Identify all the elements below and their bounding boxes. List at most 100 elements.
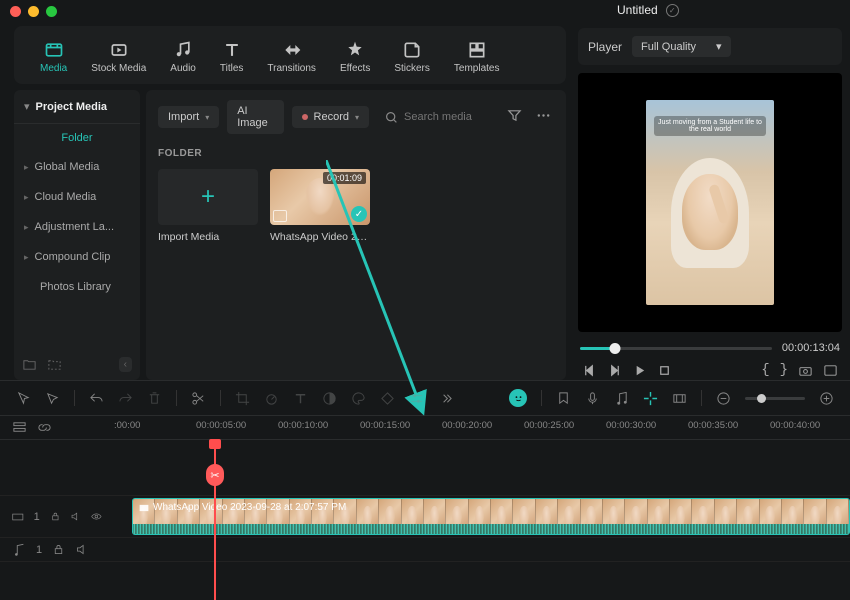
- audio-track-icon: [12, 543, 26, 557]
- mark-in-icon[interactable]: {: [761, 362, 769, 378]
- zoom-slider[interactable]: [745, 397, 805, 400]
- time-tick: 00:00:10:00: [278, 420, 328, 431]
- ai-image-button[interactable]: AI Image: [227, 100, 283, 134]
- tab-media[interactable]: Media: [28, 34, 79, 80]
- tab-audio[interactable]: Audio: [158, 34, 208, 80]
- tab-templates[interactable]: Templates: [442, 34, 512, 80]
- chevron-down-icon: ▾: [24, 100, 30, 113]
- record-dropdown[interactable]: Record▾: [292, 106, 369, 128]
- stop-icon[interactable]: [657, 363, 672, 378]
- tab-effects[interactable]: Effects: [328, 34, 382, 80]
- import-dropdown[interactable]: Import▾: [158, 106, 219, 128]
- play-icon[interactable]: [632, 363, 647, 378]
- audio-track-header[interactable]: 1: [0, 538, 114, 561]
- folder-icon[interactable]: [47, 357, 62, 372]
- mute-icon[interactable]: [70, 510, 81, 523]
- project-media-header[interactable]: ▾ Project Media: [14, 90, 140, 124]
- transitions-icon: [282, 40, 302, 60]
- time-tick: 00:00:30:00: [606, 420, 656, 431]
- split-icon[interactable]: [191, 391, 206, 406]
- player-header: Player Full Quality▾: [578, 28, 842, 65]
- cut-indicator-icon: ✂: [206, 464, 224, 486]
- sidebar-item-global-media[interactable]: ▸Global Media: [14, 152, 140, 182]
- search-field[interactable]: [377, 111, 496, 124]
- chevron-right-icon: ▸: [24, 192, 29, 203]
- next-frame-icon[interactable]: [607, 363, 622, 378]
- clip-name: WhatsApp Video 2023-09-28 at 2:07:57 PM: [153, 502, 346, 513]
- media-sidebar: ▾ Project Media Folder ▸Global Media ▸Cl…: [14, 90, 140, 380]
- sidebar-item-compound-clip[interactable]: ▸Compound Clip: [14, 242, 140, 272]
- filter-icon[interactable]: [504, 105, 525, 129]
- timeline-toolbar: [0, 381, 850, 416]
- document-title: Untitled: [617, 3, 658, 17]
- time-ruler[interactable]: :00:0000:00:05:0000:00:10:0000:00:15:000…: [114, 416, 850, 439]
- color-icon[interactable]: [322, 391, 337, 406]
- palette-icon[interactable]: [351, 391, 366, 406]
- checkmark-icon: ✓: [351, 206, 367, 222]
- collapse-sidebar-button[interactable]: ‹: [119, 357, 132, 372]
- tracks-area: ✂ 1 WhatsApp Video 2023-09-28 at 2:07:57…: [0, 440, 850, 562]
- speed-icon[interactable]: [264, 391, 279, 406]
- visibility-icon[interactable]: [91, 510, 102, 523]
- seek-slider[interactable]: [580, 347, 772, 350]
- preview-caption: Just moving from a Student life to the r…: [654, 116, 766, 136]
- time-tick: 00:00:25:00: [524, 420, 574, 431]
- link-icon[interactable]: [37, 420, 52, 435]
- sidebar-item-adjustment-layer[interactable]: ▸Adjustment La...: [14, 212, 140, 242]
- voiceover-icon[interactable]: [585, 391, 600, 406]
- lock-icon[interactable]: [52, 543, 65, 556]
- chevron-right-icon: ▸: [24, 222, 29, 233]
- media-icon: [44, 40, 64, 60]
- mark-out-icon[interactable]: }: [780, 362, 788, 378]
- window-controls[interactable]: [10, 6, 57, 17]
- redo-icon[interactable]: [118, 391, 133, 406]
- record-dot-icon: [302, 114, 308, 120]
- quality-dropdown[interactable]: Full Quality▾: [632, 36, 731, 57]
- import-media-tile[interactable]: + Import Media: [158, 169, 258, 243]
- plus-icon: +: [201, 183, 215, 211]
- transport-controls: { }: [578, 360, 842, 380]
- folder-label[interactable]: Folder: [14, 124, 140, 152]
- sidebar-item-photos-library[interactable]: Photos Library: [14, 272, 140, 302]
- text-tool-icon[interactable]: [293, 391, 308, 406]
- zoom-in-icon[interactable]: [819, 391, 834, 406]
- tab-stickers[interactable]: Stickers: [382, 34, 442, 80]
- render-icon[interactable]: [672, 391, 687, 406]
- clip-duration: 00:01:09: [323, 172, 366, 184]
- video-clip[interactable]: WhatsApp Video 2023-09-28 at 2:07:57 PM: [132, 498, 850, 535]
- select-tool-icon[interactable]: [16, 391, 31, 406]
- keyframe-icon[interactable]: [380, 391, 395, 406]
- video-preview[interactable]: Just moving from a Student life to the r…: [578, 73, 842, 332]
- sidebar-item-cloud-media[interactable]: ▸Cloud Media: [14, 182, 140, 212]
- audio-mixer-icon[interactable]: [614, 391, 629, 406]
- tab-transitions[interactable]: Transitions: [255, 34, 328, 80]
- snap-icon[interactable]: [643, 391, 658, 406]
- library-tabs: Media Stock Media Audio Titles Transitio…: [14, 26, 566, 84]
- adjust-icon[interactable]: [409, 391, 424, 406]
- new-folder-icon[interactable]: [22, 357, 37, 372]
- media-clip-tile[interactable]: 00:01:09 ✓ WhatsApp Video 202...: [270, 169, 370, 243]
- video-track-icon: [12, 510, 24, 524]
- search-input[interactable]: [404, 111, 496, 123]
- media-content: Import▾ AI Image Record▾ FOLDER + Import…: [146, 90, 566, 380]
- fullscreen-icon[interactable]: [823, 363, 838, 378]
- tab-titles[interactable]: Titles: [208, 34, 256, 80]
- timeline-menu-icon[interactable]: [12, 420, 27, 435]
- section-header: FOLDER: [158, 148, 554, 159]
- pointer-tool-icon[interactable]: [45, 391, 60, 406]
- ai-tools-icon[interactable]: [509, 389, 527, 407]
- delete-icon[interactable]: [147, 391, 162, 406]
- crop-icon[interactable]: [235, 391, 250, 406]
- search-icon: [385, 111, 398, 124]
- prev-frame-icon[interactable]: [582, 363, 597, 378]
- tab-stock-media[interactable]: Stock Media: [79, 34, 158, 80]
- zoom-out-icon[interactable]: [716, 391, 731, 406]
- marker-icon[interactable]: [556, 391, 571, 406]
- snapshot-icon[interactable]: [798, 363, 813, 378]
- more-tools-icon[interactable]: [438, 391, 453, 406]
- undo-icon[interactable]: [89, 391, 104, 406]
- mute-icon[interactable]: [75, 543, 88, 556]
- video-track-header[interactable]: 1: [0, 496, 114, 537]
- more-options-icon[interactable]: [533, 105, 554, 129]
- lock-icon[interactable]: [50, 510, 61, 523]
